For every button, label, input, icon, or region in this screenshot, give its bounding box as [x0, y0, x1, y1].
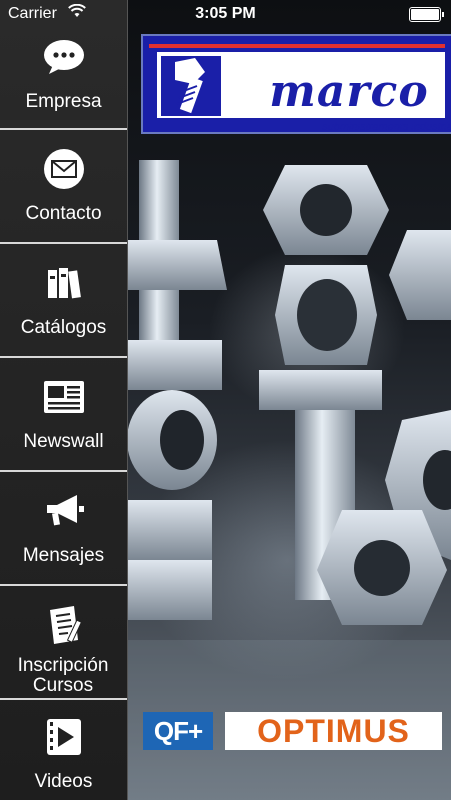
newspaper-icon: [43, 376, 85, 418]
menu-item-videos[interactable]: Videos: [0, 700, 127, 800]
menu-item-label: Videos: [34, 771, 93, 792]
optimus-brand-badge[interactable]: OPTIMUS: [225, 712, 442, 750]
menu-item-label: Empresa: [25, 91, 102, 112]
side-menu: Empresa Contacto Catálogos Newswall Mens…: [0, 0, 128, 800]
menu-item-empresa[interactable]: Empresa: [0, 18, 127, 130]
chat-bubble-icon: [43, 36, 85, 78]
menu-item-mensajes[interactable]: Mensajes: [0, 472, 127, 586]
menu-item-inscripcion-cursos[interactable]: Inscripción Cursos: [0, 586, 127, 700]
logo-name: marco: [269, 66, 429, 117]
menu-item-label: Contacto: [25, 203, 102, 224]
envelope-icon: [43, 148, 85, 190]
bolt-icon: [161, 56, 221, 116]
qf-brand-badge[interactable]: QF+: [143, 712, 213, 750]
menu-item-catalogos[interactable]: Catálogos: [0, 244, 127, 358]
clock: 3:05 PM: [195, 5, 256, 22]
menu-item-label: Newswall: [23, 431, 104, 452]
company-logo: marco subministraments industrials: [141, 34, 451, 134]
form-pen-icon: [43, 604, 85, 646]
menu-item-label: Inscripción Cursos: [17, 655, 109, 696]
status-bar: Carrier 3:05 PM: [0, 0, 451, 28]
menu-item-label: Catálogos: [20, 317, 107, 338]
menu-item-contacto[interactable]: Contacto: [0, 130, 127, 244]
logo-stripe: [149, 44, 445, 48]
video-play-icon: [43, 716, 85, 758]
menu-item-newswall[interactable]: Newswall: [0, 358, 127, 472]
menu-item-label: Mensajes: [22, 545, 105, 566]
books-icon: [43, 262, 85, 304]
logo-tagline: subministraments industrials: [283, 120, 451, 133]
megaphone-icon: [43, 490, 85, 532]
battery-icon: [409, 7, 444, 22]
